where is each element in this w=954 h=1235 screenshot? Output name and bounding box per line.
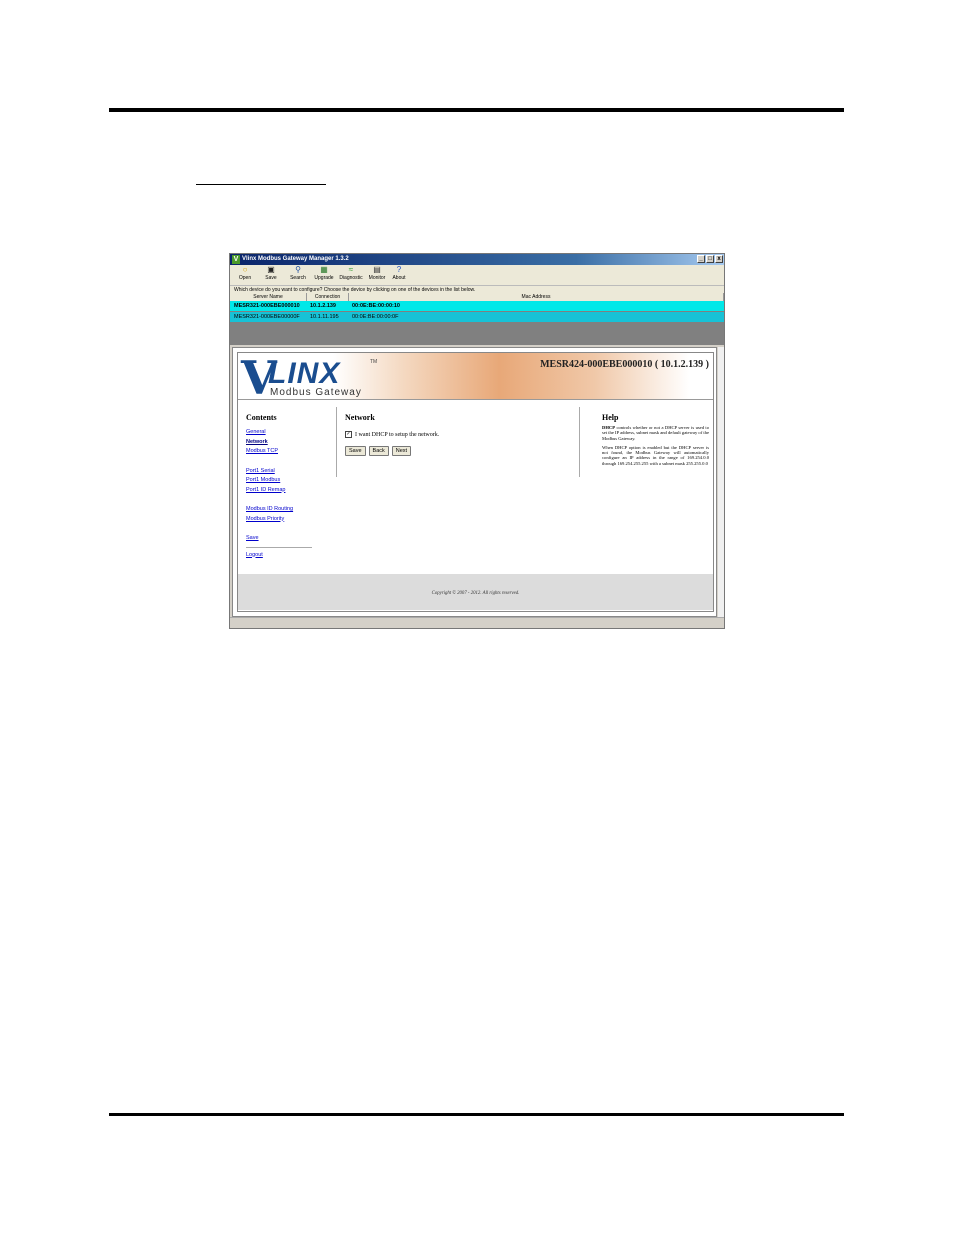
status-bar [230, 617, 724, 628]
trademark-mark: TM [370, 359, 378, 365]
save-button[interactable]: Save [345, 446, 366, 456]
folder-open-icon: ○ [242, 265, 248, 274]
close-button[interactable]: x [715, 255, 723, 263]
column-header-mac-address[interactable]: Mac Address [349, 293, 724, 301]
toolbar: ○ Open ▣ Save ⚲ Search ▦ Upgrade ≈ Diagn… [230, 265, 724, 285]
table-row[interactable]: MESR321-000EBE00000F 10.1.11.195 00:0E:B… [230, 312, 724, 322]
nav-link-port1-serial[interactable]: Port1 Serial [246, 467, 336, 477]
app-window: V Vlinx Modbus Gateway Manager 1.3.2 _ □… [229, 253, 725, 629]
floppy-disk-icon: ▣ [267, 265, 275, 274]
logo-subtitle: Modbus Gateway [270, 387, 362, 398]
nav-link-port1-modbus[interactable]: Port1 Modbus [246, 476, 336, 486]
table-row[interactable]: MESR321-000EBE000010 10.1.2.139 00:0E:BE… [230, 301, 724, 311]
network-panel: Network ✓ I want DHCP to setup the netwo… [345, 413, 575, 456]
network-heading: Network [345, 413, 375, 422]
section-underline [196, 184, 326, 185]
nav-divider [246, 546, 312, 548]
back-button[interactable]: Back [368, 446, 389, 456]
upgrade-icon: ▦ [320, 265, 328, 274]
minimize-button[interactable]: _ [697, 255, 705, 263]
nav-link-modbus-priority[interactable]: Modbus Priority [246, 515, 336, 525]
nav-link-network[interactable]: Network [246, 438, 336, 448]
toolbar-open-button[interactable]: ○ Open [232, 265, 258, 282]
column-header-server-name[interactable]: Server Name [230, 293, 307, 301]
device-prompt: Which device do you want to configure? C… [230, 285, 724, 293]
config-page: V LINX TM Modbus Gateway MESR424-000EBE0… [237, 352, 714, 612]
contents-heading: Contents [246, 413, 277, 422]
help-heading: Help [602, 413, 619, 422]
contents-nav: Contents General Network Modbus TCP Port… [246, 413, 336, 560]
column-header-connection[interactable]: Connection [307, 293, 349, 301]
nav-link-logout[interactable]: Logout [246, 551, 336, 561]
column-divider [579, 407, 580, 477]
maximize-button[interactable]: □ [706, 255, 714, 263]
toolbar-upgrade-button[interactable]: ▦ Upgrade [311, 265, 337, 282]
search-icon: ⚲ [295, 265, 301, 274]
nav-link-port1-id-remap[interactable]: Port1 ID Remap [246, 486, 336, 496]
dhcp-label: I want DHCP to setup the network. [355, 431, 440, 438]
column-divider [336, 407, 337, 477]
app-icon: V [232, 255, 240, 264]
title-bar[interactable]: V Vlinx Modbus Gateway Manager 1.3.2 _ □… [230, 254, 724, 265]
nav-link-general[interactable]: General [246, 428, 336, 438]
diagnostic-icon: ≈ [348, 265, 354, 274]
nav-link-save[interactable]: Save [246, 534, 336, 544]
page-top-rule [109, 108, 844, 112]
embedded-browser: V LINX TM Modbus Gateway MESR424-000EBE0… [232, 347, 717, 617]
page-footer: Copyright © 2007 - 2012. All rights rese… [238, 574, 713, 610]
nav-link-modbus-id-routing[interactable]: Modbus ID Routing [246, 505, 336, 515]
header-banner: V LINX TM Modbus Gateway MESR424-000EBE0… [238, 353, 713, 400]
dhcp-checkbox[interactable]: ✓ [345, 431, 352, 438]
help-panel: Help DHCP controls whether or not a DHCP… [602, 413, 709, 466]
nav-link-modbus-tcp[interactable]: Modbus TCP [246, 447, 336, 457]
help-paragraph: DHCP controls whether or not a DHCP serv… [602, 425, 709, 441]
page-bottom-rule [109, 1113, 844, 1116]
device-table: Server Name Connection Mac Address MESR3… [230, 293, 724, 345]
window-title: Vlinx Modbus Gateway Manager 1.3.2 [242, 256, 349, 262]
toolbar-search-button[interactable]: ⚲ Search [285, 265, 311, 282]
vertical-scrollbar[interactable] [718, 347, 724, 617]
toolbar-about-button[interactable]: ? About [386, 265, 412, 282]
toolbar-save-button[interactable]: ▣ Save [258, 265, 284, 282]
next-button[interactable]: Next [391, 446, 412, 456]
monitor-icon: ▤ [373, 265, 381, 274]
device-title: MESR424-000EBE000010 ( 10.1.2.139 ) [540, 359, 709, 370]
copyright-text: Copyright © 2007 - 2012. All rights rese… [431, 591, 520, 596]
help-icon: ? [396, 265, 402, 274]
vlinx-logo-text: LINX [268, 357, 341, 390]
toolbar-diagnostic-button[interactable]: ≈ Diagnostic [338, 265, 364, 282]
help-paragraph: When DHCP option is enabled but the DHCP… [602, 444, 709, 466]
